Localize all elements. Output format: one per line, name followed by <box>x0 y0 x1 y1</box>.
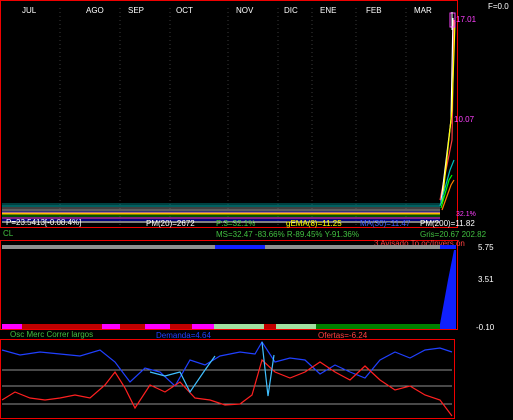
supply-demand-svg <box>1 340 453 417</box>
